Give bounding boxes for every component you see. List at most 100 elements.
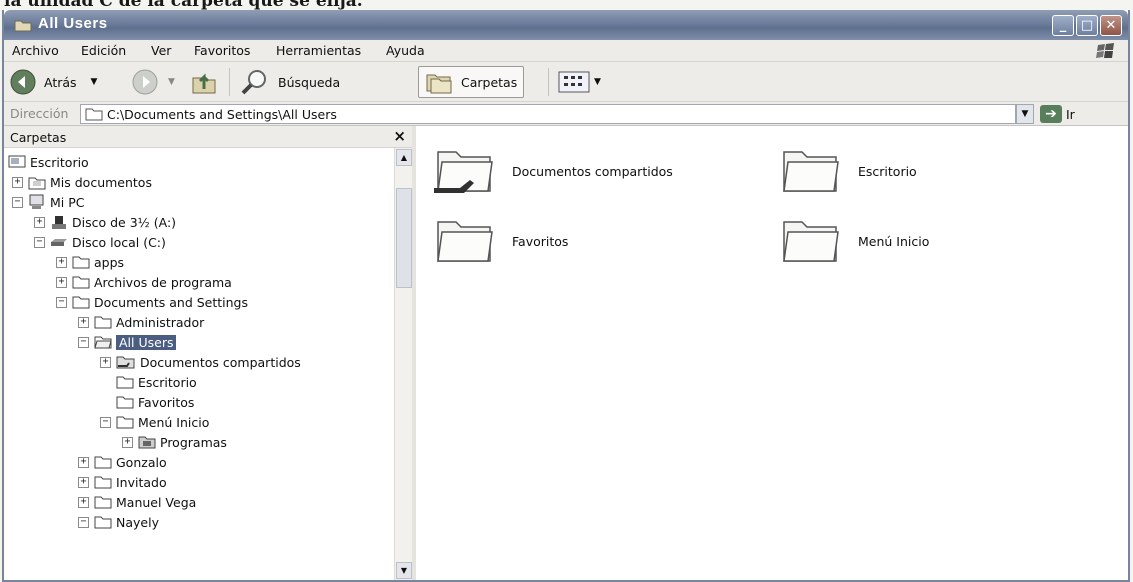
expand-icon[interactable]: +: [56, 256, 67, 268]
expand-icon[interactable]: +: [78, 316, 89, 328]
address-dropdown-icon[interactable]: ▼: [1016, 104, 1034, 124]
tree-item-label: Escritorio: [30, 154, 89, 170]
collapse-icon[interactable]: −: [78, 336, 89, 348]
folders-pane: Carpetas × Escritorio + Mis documentos −…: [4, 126, 416, 580]
expand-icon[interactable]: +: [78, 456, 89, 468]
tree-item-manuel-vega[interactable]: + Manuel Vega: [78, 492, 196, 512]
shared-folder-icon: [432, 144, 496, 199]
tree-item-label: Escritorio: [138, 374, 197, 390]
collapse-icon[interactable]: −: [78, 516, 89, 528]
tree-item-gonzalo[interactable]: + Gonzalo: [78, 452, 167, 472]
folders-pane-close-icon[interactable]: ×: [393, 127, 406, 145]
menu-ayuda[interactable]: Ayuda: [386, 43, 425, 58]
minimize-button[interactable]: _: [1052, 15, 1074, 36]
tree-item-administrador[interactable]: + Administrador: [78, 312, 204, 332]
folders-pane-header: Carpetas ×: [4, 126, 412, 148]
tree-item-label: Mis documentos: [50, 174, 152, 190]
back-label: Atrás: [44, 74, 77, 90]
folders-button[interactable]: Carpetas: [418, 66, 525, 98]
open-folder-icon: [94, 335, 112, 349]
tree-item-programas[interactable]: + Programas: [122, 432, 227, 452]
forward-dropdown-icon[interactable]: ▼: [168, 77, 175, 87]
search-button[interactable]: Búsqueda: [240, 66, 340, 98]
content-item-documentos-compartidos[interactable]: Documentos compartidos: [432, 144, 673, 199]
tree-item-disco-c[interactable]: − Disco local (C:): [34, 232, 166, 252]
scroll-thumb[interactable]: [396, 188, 412, 288]
tree-item-label: Disco de 3½ (A:): [72, 214, 177, 230]
forward-button[interactable]: ▼: [132, 66, 175, 98]
go-button[interactable]: ➔ Ir: [1040, 104, 1075, 124]
tree-item-label: Gonzalo: [116, 454, 167, 470]
views-dropdown-icon[interactable]: ▼: [594, 77, 601, 87]
address-value: C:\Documents and Settings\All Users: [107, 106, 337, 122]
tree-item-menu-inicio[interactable]: − Menú Inicio: [100, 412, 209, 432]
toolbar-separator: [548, 68, 549, 96]
tree-item-documents-and-settings[interactable]: − Documents and Settings: [56, 292, 248, 312]
maximize-button[interactable]: □: [1076, 15, 1098, 36]
expand-icon[interactable]: +: [78, 476, 89, 488]
menu-favoritos[interactable]: Favoritos: [194, 43, 250, 58]
collapse-icon[interactable]: −: [12, 196, 23, 208]
back-button[interactable]: Atrás ▼: [10, 66, 97, 98]
collapse-icon[interactable]: −: [56, 296, 67, 308]
tree-item-label: Mi PC: [50, 194, 85, 210]
tree-item-archivos-de-programa[interactable]: + Archivos de programa: [56, 272, 232, 292]
content-item-label: Favoritos: [512, 234, 569, 249]
tree-item-documentos-compartidos[interactable]: + Documentos compartidos: [100, 352, 301, 372]
tree-item-label: Menú Inicio: [138, 414, 210, 430]
programs-folder-icon: [138, 435, 156, 449]
expand-icon[interactable]: +: [12, 176, 23, 188]
folder-icon: [94, 315, 112, 329]
folder-icon: [116, 415, 134, 429]
menu-archivo[interactable]: Archivo: [12, 43, 59, 58]
views-grid-icon: [558, 71, 590, 93]
menu-ver[interactable]: Ver: [151, 43, 171, 58]
close-button[interactable]: ✕: [1100, 15, 1122, 36]
content-item-menu-inicio[interactable]: Menú Inicio: [778, 214, 929, 269]
title-bar[interactable]: All Users _ □ ✕: [4, 10, 1128, 40]
scroll-up-icon[interactable]: ▲: [396, 149, 412, 166]
go-arrow-icon: ➔: [1040, 105, 1062, 123]
collapse-icon[interactable]: −: [34, 236, 45, 248]
folder-icon: [94, 455, 112, 469]
tree-item-all-users[interactable]: − All Users: [78, 332, 177, 352]
tree-item-favoritos[interactable]: Favoritos: [100, 392, 194, 412]
tree-item-invitado[interactable]: + Invitado: [78, 472, 167, 492]
folder-icon: [72, 275, 90, 289]
menu-herramientas[interactable]: Herramientas: [276, 43, 361, 58]
collapse-icon[interactable]: −: [100, 416, 111, 428]
floppy-drive-icon: [50, 214, 68, 230]
tree-item-escritorio[interactable]: Escritorio: [8, 152, 89, 172]
folder-icon: [94, 495, 112, 509]
expand-icon[interactable]: +: [122, 436, 133, 448]
back-dropdown-icon[interactable]: ▼: [91, 77, 98, 87]
folder-icon: [432, 214, 496, 269]
content-item-favoritos[interactable]: Favoritos: [432, 214, 568, 269]
expand-icon[interactable]: +: [100, 356, 111, 368]
tree-item-label-selected: All Users: [116, 334, 177, 350]
tree-item-label: Archivos de programa: [94, 274, 232, 290]
scroll-down-icon[interactable]: ▼: [396, 562, 412, 579]
tree-item-nayely[interactable]: − Nayely: [78, 512, 159, 532]
tree-item-disco-a[interactable]: + Disco de 3½ (A:): [34, 212, 176, 232]
content-item-escritorio[interactable]: Escritorio: [778, 144, 917, 199]
tree-item-apps[interactable]: + apps: [56, 252, 124, 272]
tree-item-label: Documentos compartidos: [140, 354, 301, 370]
folder-tree-scrollbar[interactable]: ▲ ▼: [394, 148, 412, 580]
hard-drive-icon: [50, 234, 68, 250]
tree-item-mi-pc[interactable]: − Mi PC: [12, 192, 85, 212]
tree-item-mis-documentos[interactable]: + Mis documentos: [12, 172, 152, 192]
expand-icon[interactable]: +: [34, 216, 45, 228]
expand-icon[interactable]: +: [78, 496, 89, 508]
toolbar-separator: [229, 68, 230, 96]
address-bar: Dirección C:\Documents and Settings\All …: [4, 102, 1128, 126]
search-icon: [240, 68, 270, 96]
views-button[interactable]: ▼: [558, 66, 601, 98]
address-input[interactable]: C:\Documents and Settings\All Users: [80, 104, 1016, 124]
tree-item-escritorio-sub[interactable]: Escritorio: [100, 372, 197, 392]
go-label: Ir: [1066, 106, 1075, 122]
menu-edicion[interactable]: Edición: [81, 43, 126, 58]
expand-icon[interactable]: +: [56, 276, 67, 288]
up-folder-button[interactable]: [190, 66, 222, 98]
folders-pane-title: Carpetas: [10, 130, 67, 145]
